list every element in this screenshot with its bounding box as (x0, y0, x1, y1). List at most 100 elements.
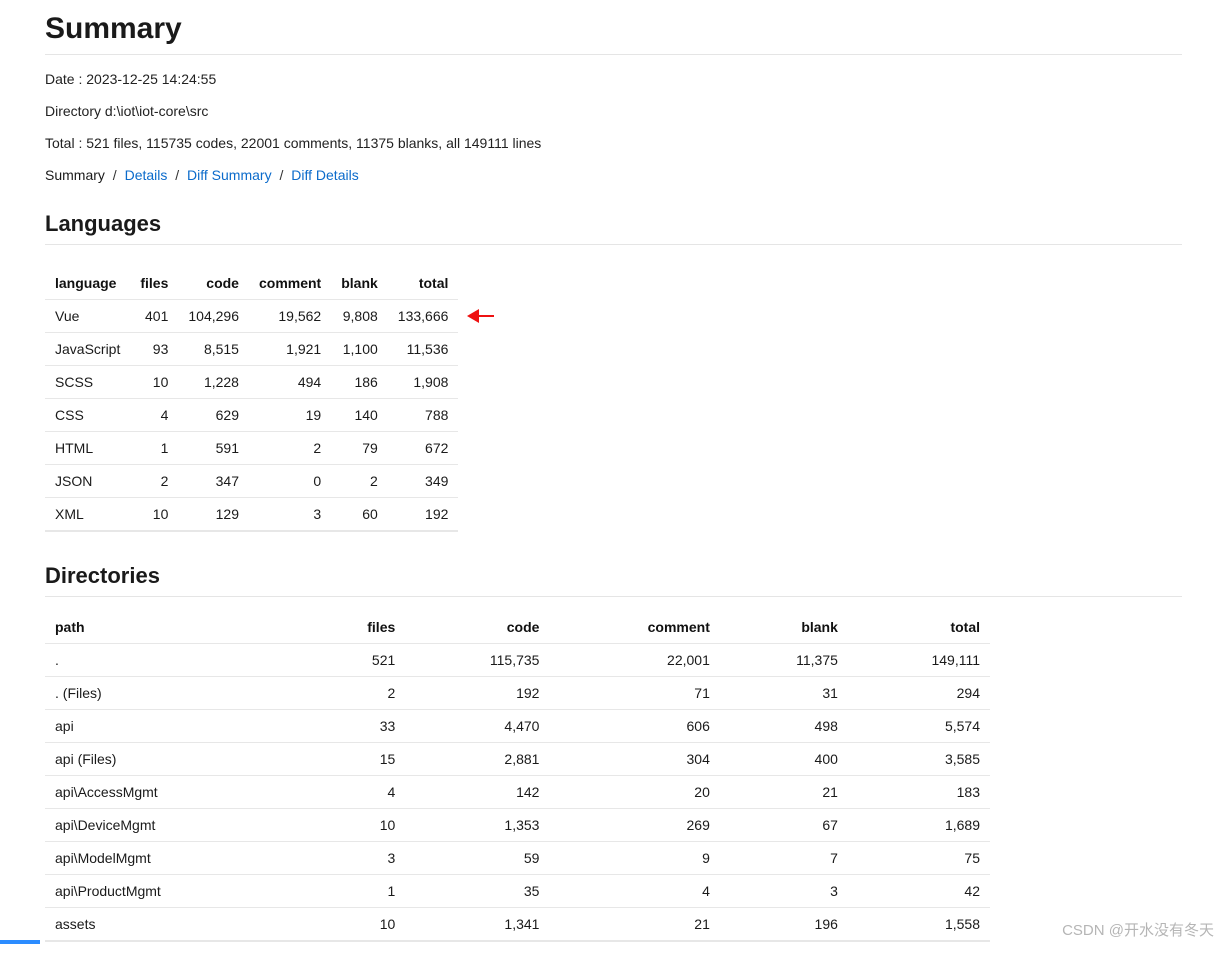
cell: 3 (306, 842, 406, 875)
cell: 35 (405, 875, 549, 908)
cell: 19 (249, 399, 331, 432)
cell: 269 (549, 809, 719, 842)
cell: 347 (178, 465, 249, 498)
directory-line: Directory d:\iot\iot-core\src (45, 103, 1182, 119)
cell: 15 (306, 743, 406, 776)
breadcrumb-sep: / (113, 167, 121, 183)
cell: 0 (249, 465, 331, 498)
breadcrumb: Summary / Details / Diff Summary / Diff … (45, 167, 1182, 183)
cell: SCSS (45, 366, 130, 399)
col-total: total (848, 611, 990, 644)
cell: 498 (720, 710, 848, 743)
cell: api (Files) (45, 743, 306, 776)
cell: 140 (331, 399, 388, 432)
breadcrumb-link-diff-summary[interactable]: Diff Summary (187, 167, 272, 183)
cell: 10 (306, 908, 406, 942)
breadcrumb-link-diff-details[interactable]: Diff Details (291, 167, 358, 183)
cell: JSON (45, 465, 130, 498)
cell: 11,536 (388, 333, 459, 366)
cell: 149,111 (848, 644, 990, 677)
cell: 71 (549, 677, 719, 710)
cell: 10 (130, 366, 178, 399)
breadcrumb-sep: / (279, 167, 287, 183)
directories-table: pathfilescodecommentblanktotal .521115,7… (45, 611, 990, 942)
cell: api\AccessMgmt (45, 776, 306, 809)
cell: 133,666 (388, 300, 459, 333)
cell: 788 (388, 399, 459, 432)
directories-row: assets101,341211961,558 (45, 908, 990, 942)
cell: 67 (720, 809, 848, 842)
cell: 21 (720, 776, 848, 809)
cell: 2,881 (405, 743, 549, 776)
cell: 79 (331, 432, 388, 465)
cell: 294 (848, 677, 990, 710)
cell: 5,574 (848, 710, 990, 743)
cell: 42 (848, 875, 990, 908)
cell: 401 (130, 300, 178, 333)
total-line: Total : 521 files, 115735 codes, 22001 c… (45, 135, 1182, 151)
cell: 1,353 (405, 809, 549, 842)
cell: 3,585 (848, 743, 990, 776)
cell: 10 (306, 809, 406, 842)
cell: api (45, 710, 306, 743)
cell: 19,562 (249, 300, 331, 333)
cell: 142 (405, 776, 549, 809)
cell: 21 (549, 908, 719, 942)
cell: 183 (848, 776, 990, 809)
col-files: files (130, 267, 178, 300)
cell: 1 (306, 875, 406, 908)
bottom-accent-bar (0, 940, 40, 944)
col-blank: blank (720, 611, 848, 644)
cell: api\ModelMgmt (45, 842, 306, 875)
directories-row: api (Files)152,8813044003,585 (45, 743, 990, 776)
cell: 3 (249, 498, 331, 532)
cell: 31 (720, 677, 848, 710)
languages-table: languagefilescodecommentblanktotal Vue40… (45, 267, 458, 532)
cell: HTML (45, 432, 130, 465)
cell: 349 (388, 465, 459, 498)
cell: 2 (331, 465, 388, 498)
cell: 8,515 (178, 333, 249, 366)
cell: . (Files) (45, 677, 306, 710)
cell: 9,808 (331, 300, 388, 333)
cell: 2 (249, 432, 331, 465)
cell: assets (45, 908, 306, 942)
cell: 1,100 (331, 333, 388, 366)
languages-heading: Languages (45, 211, 1182, 245)
cell: XML (45, 498, 130, 532)
languages-header-row: languagefilescodecommentblanktotal (45, 267, 458, 300)
cell: 2 (130, 465, 178, 498)
cell: 606 (549, 710, 719, 743)
cell: 1,921 (249, 333, 331, 366)
breadcrumb-sep: / (175, 167, 183, 183)
cell: 1,908 (388, 366, 459, 399)
cell: 400 (720, 743, 848, 776)
directories-row: api\DeviceMgmt101,353269671,689 (45, 809, 990, 842)
cell: 75 (848, 842, 990, 875)
cell: 4 (549, 875, 719, 908)
cell: 196 (720, 908, 848, 942)
directories-heading: Directories (45, 563, 1182, 597)
col-blank: blank (331, 267, 388, 300)
cell: 129 (178, 498, 249, 532)
cell: 192 (388, 498, 459, 532)
cell: 115,735 (405, 644, 549, 677)
cell: 672 (388, 432, 459, 465)
breadcrumb-link-details[interactable]: Details (125, 167, 168, 183)
date-line: Date : 2023-12-25 14:24:55 (45, 71, 1182, 87)
cell: Vue (45, 300, 130, 333)
cell: 7 (720, 842, 848, 875)
col-files: files (306, 611, 406, 644)
col-language: language (45, 267, 130, 300)
page-title: Summary (45, 12, 1182, 55)
cell: 59 (405, 842, 549, 875)
languages-row: JSON234702349 (45, 465, 458, 498)
cell: 1,558 (848, 908, 990, 942)
col-comment: comment (549, 611, 719, 644)
cell: 1 (130, 432, 178, 465)
languages-row: HTML1591279672 (45, 432, 458, 465)
cell: 591 (178, 432, 249, 465)
annotation-arrow-icon (460, 309, 494, 323)
cell: 20 (549, 776, 719, 809)
cell: 9 (549, 842, 719, 875)
